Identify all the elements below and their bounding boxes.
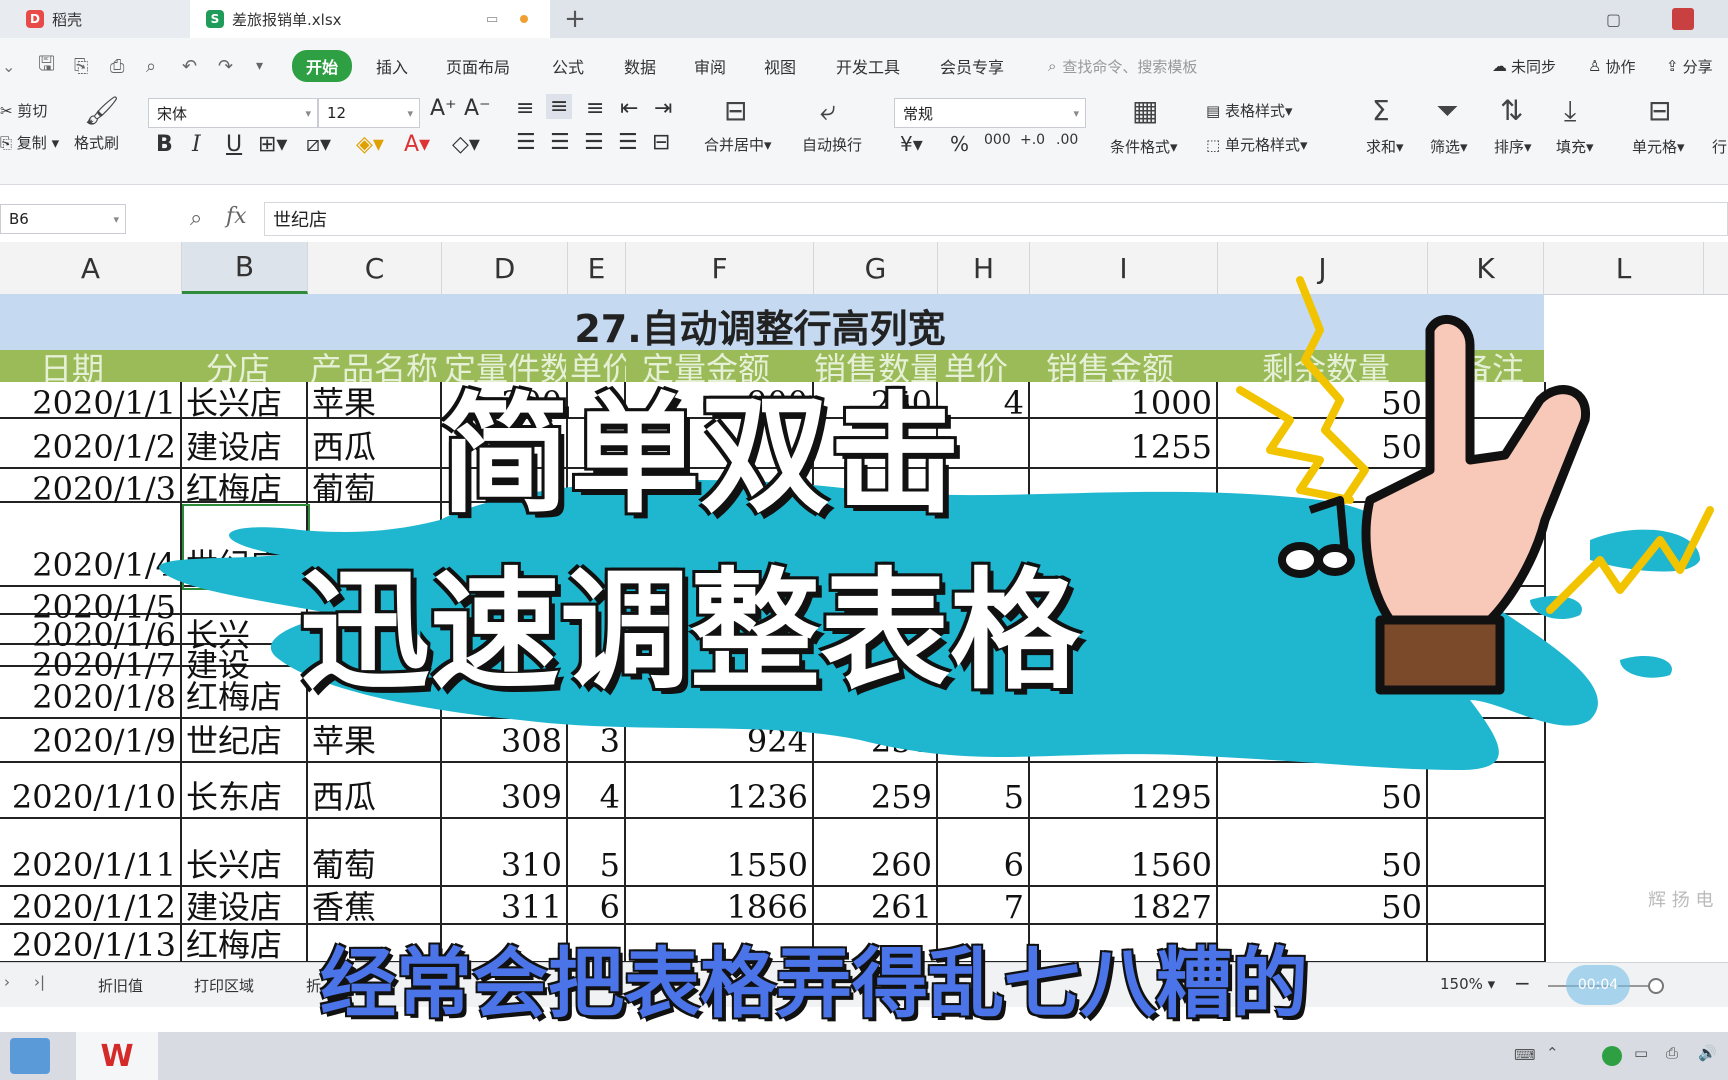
video-subtitle: 经常会把表格弄得乱七八糟的 — [320, 939, 1308, 1028]
tray-up-icon[interactable]: ⌃ — [1546, 1044, 1559, 1062]
overlay-headline-1: 简单双击 — [440, 379, 961, 531]
volume-icon[interactable]: 🔊 — [1698, 1044, 1717, 1062]
wps-app-icon[interactable]: W — [76, 1032, 158, 1080]
sheet-tab-2[interactable]: 打印区域 — [194, 975, 254, 996]
zoom-level[interactable]: 150% ▾ — [1440, 975, 1495, 993]
rock-hand-icon — [1361, 314, 1590, 695]
watermark-text: 辉 扬 电 — [1648, 890, 1714, 911]
keyboard-icon[interactable]: ⌨ — [1514, 1046, 1536, 1064]
zigzag-line — [1296, 276, 1369, 504]
last-sheet-icon[interactable]: ›| — [34, 973, 45, 991]
video-timer: 00:04 — [1566, 965, 1630, 1005]
sheet-tab-1[interactable]: 折旧值 — [98, 975, 143, 996]
zoom-out-icon[interactable]: − — [1514, 971, 1531, 995]
security-tray-icon[interactable] — [1602, 1046, 1622, 1066]
network-icon[interactable]: ▭ — [1634, 1044, 1648, 1062]
paint-splash-drop — [1620, 655, 1672, 678]
zoom-slider-handle[interactable] — [1648, 978, 1664, 994]
prev-sheet-icon[interactable]: › — [4, 973, 10, 991]
printer-tray-icon[interactable]: ⎙ — [1666, 1044, 1678, 1062]
taskbar: W ⌨ ⌃ ▭ ⎙ 🔊 — [0, 1032, 1728, 1080]
overlay-headline-2: 迅速调整表格 — [300, 555, 1081, 707]
sheet-tab-3[interactable]: 折 — [306, 975, 321, 996]
file-explorer-icon[interactable] — [10, 1038, 50, 1074]
overlay-graphics — [159, 276, 1714, 770]
